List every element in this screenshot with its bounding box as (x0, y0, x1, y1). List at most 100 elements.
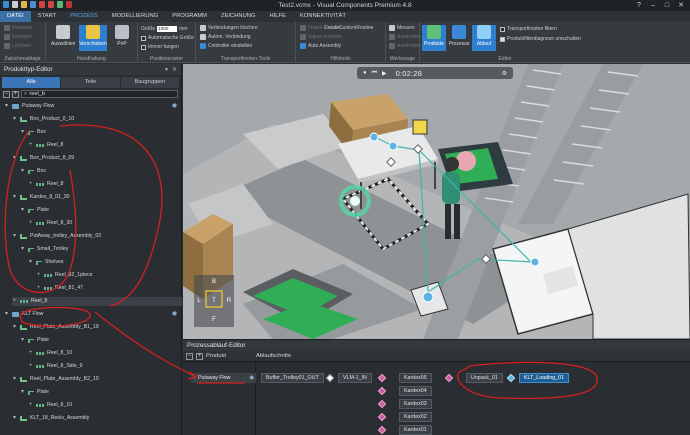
help-icon[interactable]: ? (632, 0, 646, 11)
tree-item[interactable]: ▾ Box (20, 128, 182, 137)
filter-nodes-checkbox[interactable]: Transportknoten filtern (500, 26, 557, 32)
rewind-icon[interactable]: ⏮ (372, 70, 377, 77)
expand-all-button[interactable]: + (196, 352, 203, 360)
always-snap-checkbox[interactable]: Immer fangen (141, 44, 179, 50)
tree-item[interactable]: + Reel_82_1piece (36, 271, 182, 280)
align-button[interactable]: Ausrichten (389, 34, 421, 40)
tree-item[interactable]: ▾ Reel_Plate_Assembly_B1_19 (12, 323, 182, 332)
expand-arrow-icon[interactable]: ▾ (20, 206, 25, 215)
tree-item[interactable]: ▾ Kardex_8_01_30 (12, 193, 182, 202)
eye-icon[interactable]: ◉ (172, 102, 177, 111)
step-kardex04[interactable]: Kardex04 (399, 386, 432, 396)
delete-connections-button[interactable]: Verbindungen löschen (200, 25, 258, 31)
filter-diagnosis-checkbox[interactable]: Produktfilterdiagnose umschalten (500, 36, 581, 42)
add-icon[interactable]: + (193, 375, 196, 381)
tab-programm[interactable]: PROGRAMM (165, 11, 214, 22)
expand-plus-icon[interactable]: + (28, 141, 33, 150)
minimize-icon[interactable]: – (646, 0, 660, 11)
pnp-button[interactable]: PnP (110, 25, 134, 51)
record-icon[interactable]: ● (363, 70, 367, 76)
tree-item[interactable]: + Reel_8_10 (28, 349, 182, 358)
expand-plus-icon[interactable]: + (28, 219, 33, 228)
tree-item[interactable]: ▾ Putaway Flow ◉ (4, 102, 182, 111)
eye-icon[interactable]: ◉ (172, 310, 177, 319)
expand-arrow-icon[interactable]: ▾ (4, 310, 9, 319)
tab-start[interactable]: START (31, 11, 63, 22)
expand-arrow-icon[interactable]: ▾ (4, 102, 9, 111)
tree-item[interactable]: ▾ PutAway_trolley_Assembly_02 (12, 232, 182, 241)
expand-arrow-icon[interactable]: ▾ (20, 388, 25, 397)
close-icon[interactable]: ✕ (674, 0, 688, 11)
tree-item[interactable]: ▾ Plate (20, 336, 182, 345)
expand-arrow-icon[interactable]: ▾ (12, 414, 17, 423)
copy-button[interactable]: Kopieren (4, 25, 32, 31)
step-kardex01[interactable]: Kardex01 (399, 425, 432, 435)
set-controller-button[interactable]: Controller einstellen (200, 43, 252, 49)
tree-item[interactable]: ▾ Reel_Plate_Assembly_B2_10 (12, 375, 182, 384)
close-icon[interactable]: ✕ (172, 66, 177, 73)
tree-item[interactable]: ▾ Small_Trolley (20, 245, 182, 254)
expand-arrow-icon[interactable]: ▾ (12, 115, 17, 124)
expand-arrow-icon[interactable]: ▾ (12, 323, 17, 332)
tree-item[interactable]: ▾ Shelves (28, 258, 182, 267)
tree-item[interactable]: ▾ Box_Product_0_10 (12, 115, 182, 124)
step-kardex05[interactable]: Kardex05 (399, 373, 432, 383)
step-kardex03[interactable]: Kardex03 (399, 399, 432, 409)
step-kardex02[interactable]: Kardex02 (399, 412, 432, 422)
expand-plus-icon[interactable]: + (28, 362, 33, 371)
pin-icon[interactable]: ▾ (165, 66, 168, 73)
tree-item[interactable]: ▾ Plate (20, 206, 182, 215)
expand-arrow-icon[interactable]: ▾ (12, 193, 17, 202)
expand-arrow-icon[interactable]: ▾ (20, 245, 25, 254)
3d-viewport[interactable]: ● ⏮ ▶ 0:02:28 ⚙ B L T R F (183, 64, 690, 339)
expand-arrow-icon[interactable]: ▾ (20, 167, 25, 176)
expand-arrow-icon[interactable]: ▾ (12, 232, 17, 241)
tree-item[interactable]: ▾ Box_Product_8_09 (12, 154, 182, 163)
tab-zeichnung[interactable]: ZEICHNUNG (214, 11, 262, 22)
eye-icon[interactable]: ◉ (249, 375, 254, 381)
tab-prozess[interactable]: PROZESS (63, 11, 105, 22)
auto-assembly-button[interactable]: Auto Assembly (300, 43, 341, 49)
expand-plus-icon[interactable]: + (12, 297, 17, 306)
grid-size-field[interactable]: 1000 (157, 26, 178, 32)
collapse-all-button[interactable]: − (3, 90, 10, 98)
expand-plus-icon[interactable]: + (28, 401, 33, 410)
tab-all[interactable]: Alle (2, 77, 61, 88)
settings-icon[interactable]: ⚙ (502, 70, 507, 77)
select-button[interactable]: Auswählen (51, 25, 75, 51)
processes-button[interactable]: Prozesse (447, 25, 471, 51)
step-klt-loading[interactable]: KLT_Loading_01 (519, 373, 569, 383)
create-signal-button[interactable]: Signal erstellen (300, 34, 342, 40)
tree-item[interactable]: + Reel_81_47 (36, 284, 182, 293)
auto-size-checkbox[interactable]: Automatische Größe (141, 35, 194, 41)
expand-plus-icon[interactable]: + (28, 180, 33, 189)
tree-item[interactable]: ▾ KLT_18_Reels_Assembly (12, 414, 182, 423)
tab-parts[interactable]: Teile (61, 77, 120, 88)
tree-item[interactable]: ▾ Box (20, 167, 182, 176)
maximize-icon[interactable]: □ (660, 0, 674, 11)
expand-plus-icon[interactable]: + (36, 271, 41, 280)
expand-arrow-icon[interactable]: ▾ (12, 154, 17, 163)
move-button[interactable]: Verschieben (79, 25, 107, 51)
tree-item[interactable]: + Reel_8 (28, 180, 182, 189)
auto-connect-button[interactable]: Autom. Verbindung (200, 34, 251, 40)
expand-all-button[interactable]: + (12, 90, 19, 98)
align-button-2[interactable]: Ausrichten (389, 43, 421, 49)
tab-hilfe[interactable]: HILFE (262, 11, 292, 22)
tree-item[interactable]: + Reel_8_Side_9 (28, 362, 182, 371)
tab-konnektivitaet[interactable]: KONNEKTIVITÄT (293, 11, 353, 22)
search-input[interactable]: ⌕ reel_b (21, 90, 178, 98)
navigation-cube[interactable]: B L T R F (194, 275, 234, 327)
flow-item-putaway[interactable]: + Putaway Flow ◉ (191, 373, 256, 383)
tree-item[interactable]: + Reel_8 (28, 141, 182, 150)
delete-button[interactable]: Löschen (4, 43, 31, 49)
tree-item[interactable]: ▾ KLT Flow ◉ (4, 310, 182, 319)
measure-button[interactable]: Messen (389, 25, 415, 31)
expand-plus-icon[interactable]: + (36, 284, 41, 293)
flow-button[interactable]: Ablauf (472, 25, 496, 51)
step-unpack[interactable]: Unpack_01 (466, 373, 503, 383)
expand-arrow-icon[interactable]: ▾ (20, 128, 25, 137)
paste-button[interactable]: Einfügen (4, 34, 32, 40)
expand-arrow-icon[interactable]: ▾ (12, 375, 17, 384)
step-vlm-in[interactable]: VLM-1_IN (338, 373, 372, 383)
